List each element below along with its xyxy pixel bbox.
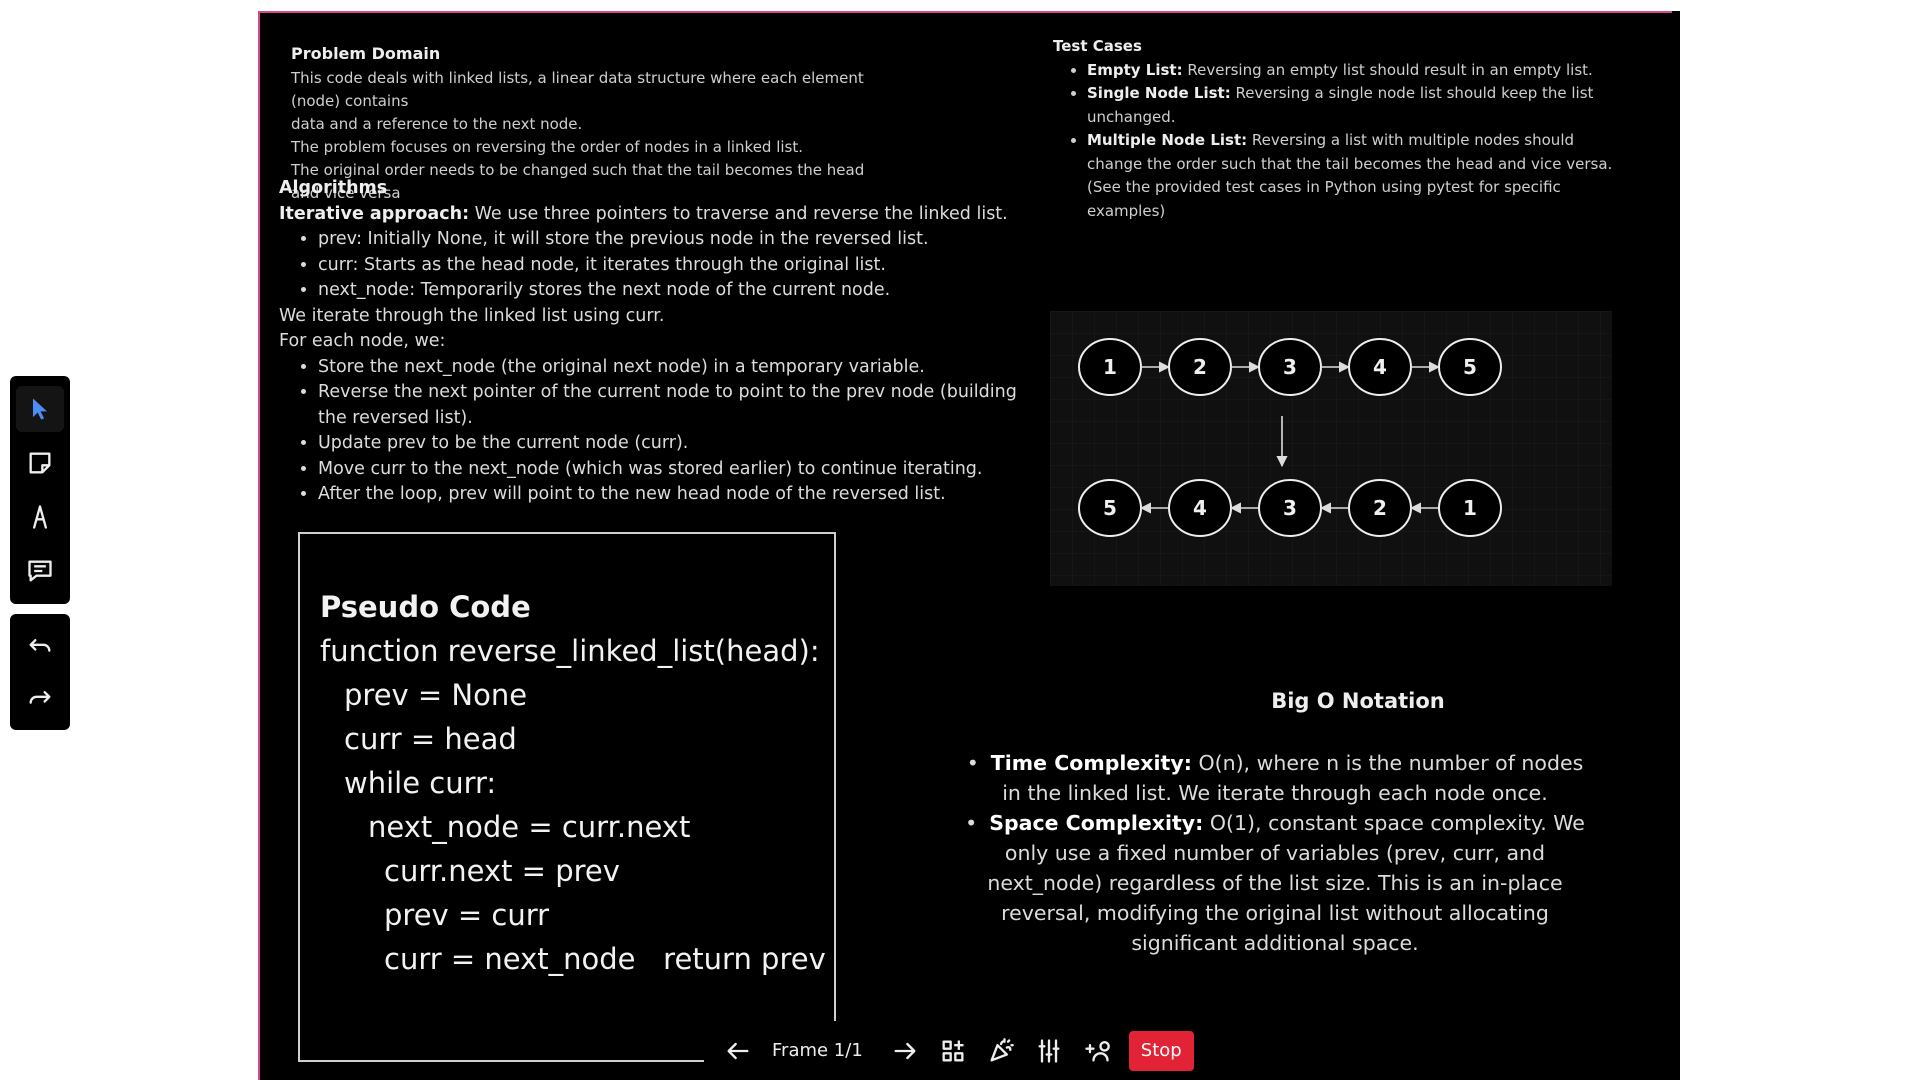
problem-domain-title: Problem Domain [291,44,441,63]
node-label: 2 [1373,496,1387,520]
board-edge [1672,11,1680,1080]
tool-palette [10,376,70,604]
pen-icon [33,505,47,529]
time-complexity-label: Time Complexity: [990,751,1192,775]
next-frame-button[interactable] [881,1029,929,1073]
celebrate-button[interactable] [977,1029,1025,1073]
arrow-left-icon [727,1042,749,1059]
big-o-text: • Time Complexity: O(n), where n is the n… [960,748,1590,958]
list-node[interactable]: 1 [1438,479,1502,537]
history-palette [10,614,70,730]
big-o-title: Big O Notation [1271,689,1445,713]
test-case-label: Single Node List: [1087,84,1231,102]
iterate-line: We iterate through the linked list using… [279,305,665,326]
node-label: 3 [1283,496,1297,520]
node-label: 4 [1373,355,1387,379]
node-label: 3 [1283,355,1297,379]
each-node-line: For each node, we: [279,331,446,351]
list-item: Update prev to be the current node (curr… [318,431,1039,457]
pseudo-code-line: prev = curr [384,898,550,932]
algorithms-title: Algorithms [279,178,388,198]
sticky-note-icon [29,452,51,474]
list-node[interactable]: 4 [1168,479,1232,537]
pseudo-code-line: function reverse_linked_list(head): [320,634,820,668]
list-node[interactable]: 4 [1348,338,1412,396]
node-label: 1 [1103,355,1117,379]
approach-text: We use three pointers to traverse and re… [469,203,1008,224]
test-cases-title: Test Cases [1053,37,1142,55]
steps-list: Store the next_node (the original next n… [279,355,1039,508]
select-tool-button[interactable] [16,386,64,432]
list-item: • Time Complexity: O(n), where n is the n… [966,751,1584,805]
list-node[interactable]: 3 [1258,479,1322,537]
list-node[interactable]: 1 [1078,338,1142,396]
problem-domain-line: This code deals with linked lists, a lin… [291,69,864,110]
pseudo-code-line: curr.next = prev [384,854,620,888]
node-label: 5 [1463,355,1477,379]
list-node[interactable]: 3 [1258,338,1322,396]
list-item: Move curr to the next_node (which was st… [318,457,1039,483]
list-item: Empty List: Reversing an empty list shou… [1087,59,1613,83]
pseudo-code-line: while curr: [344,766,497,800]
frames-button[interactable] [929,1029,977,1073]
pseudo-code-box[interactable]: Pseudo Code function reverse_linked_list… [298,532,836,1062]
sticky-note-tool-button[interactable] [16,440,64,486]
list-item: Multiple Node List: Reversing a list wit… [1087,129,1613,223]
redo-icon [29,691,51,704]
linked-list-diagram[interactable]: 1 2 3 4 5 5 4 3 2 1 [1050,311,1612,586]
list-item: curr: Starts as the head node, it iterat… [318,253,1039,279]
pseudo-code-line: prev = None [344,678,528,712]
list-item: prev: Initially None, it will store the … [318,227,1039,253]
node-label: 2 [1193,355,1207,379]
previous-frame-button[interactable] [714,1029,762,1073]
add-user-icon [1085,1040,1110,1061]
problem-domain-line: The problem focuses on reversing the ord… [291,138,804,156]
list-node[interactable]: 2 [1168,338,1232,396]
problem-domain-line: data and a reference to the next node. [291,115,583,133]
comment-tool-button[interactable] [16,548,64,594]
list-item: Reverse the next pointer of the current … [318,380,1039,431]
whiteboard-frame[interactable]: Problem Domain This code deals with link… [258,11,1674,1080]
redo-button[interactable] [16,676,64,720]
approach-label: Iterative approach: [279,203,470,224]
list-node[interactable]: 2 [1348,479,1412,537]
arrow-right-icon [894,1042,916,1059]
list-node[interactable]: 5 [1078,479,1142,537]
list-item: • Space Complexity: O(1), constant space … [965,811,1585,955]
stop-presentation-button[interactable]: Stop [1128,1030,1194,1071]
undo-icon [29,639,51,652]
test-case-text: Reversing an empty list should result in… [1182,60,1593,79]
list-item: After the loop, prev will point to the n… [318,482,1039,508]
test-case-label: Empty List: [1087,60,1183,79]
sliders-icon [1038,1038,1060,1063]
pen-tool-button[interactable] [16,494,64,540]
list-item: next_node: Temporarily stores the next n… [318,278,1039,304]
test-cases-list: Empty List: Reversing an empty list shou… [1053,59,1613,224]
pseudo-code-line: curr = head [344,722,517,756]
list-node[interactable]: 5 [1438,338,1502,396]
select-icon [33,398,47,420]
test-cases-text: Test Cases Empty List: Reversing an empt… [1053,35,1613,223]
pseudo-code-line: next_node = curr.next [368,810,691,844]
invite-button[interactable] [1073,1029,1121,1073]
node-label: 4 [1193,496,1207,520]
pointer-list: prev: Initially None, it will store the … [279,227,1039,304]
pseudo-code-line: curr = next_node return prev [384,942,826,976]
space-complexity-label: Space Complexity: [989,811,1204,835]
party-popper-icon [990,1037,1014,1061]
frame-indicator: Frame 1/1 [772,1040,863,1061]
algorithms-text: Algorithms Iterative approach: We use th… [279,176,1039,508]
presentation-bar: Frame 1/1 Stop [704,1021,1236,1080]
frames-icon [942,1040,964,1061]
node-label: 1 [1463,496,1477,520]
list-item: Store the next_node (the original next n… [318,355,1039,381]
undo-button[interactable] [16,624,64,668]
settings-button[interactable] [1025,1029,1073,1073]
list-item: Single Node List: Reversing a single nod… [1087,82,1613,129]
node-label: 5 [1103,496,1117,520]
comment-icon [28,560,52,582]
pseudo-code-title: Pseudo Code [320,590,531,624]
algorithms-approach: Iterative approach: We use three pointer… [279,202,1039,228]
test-case-label: Multiple Node List: [1087,131,1248,149]
